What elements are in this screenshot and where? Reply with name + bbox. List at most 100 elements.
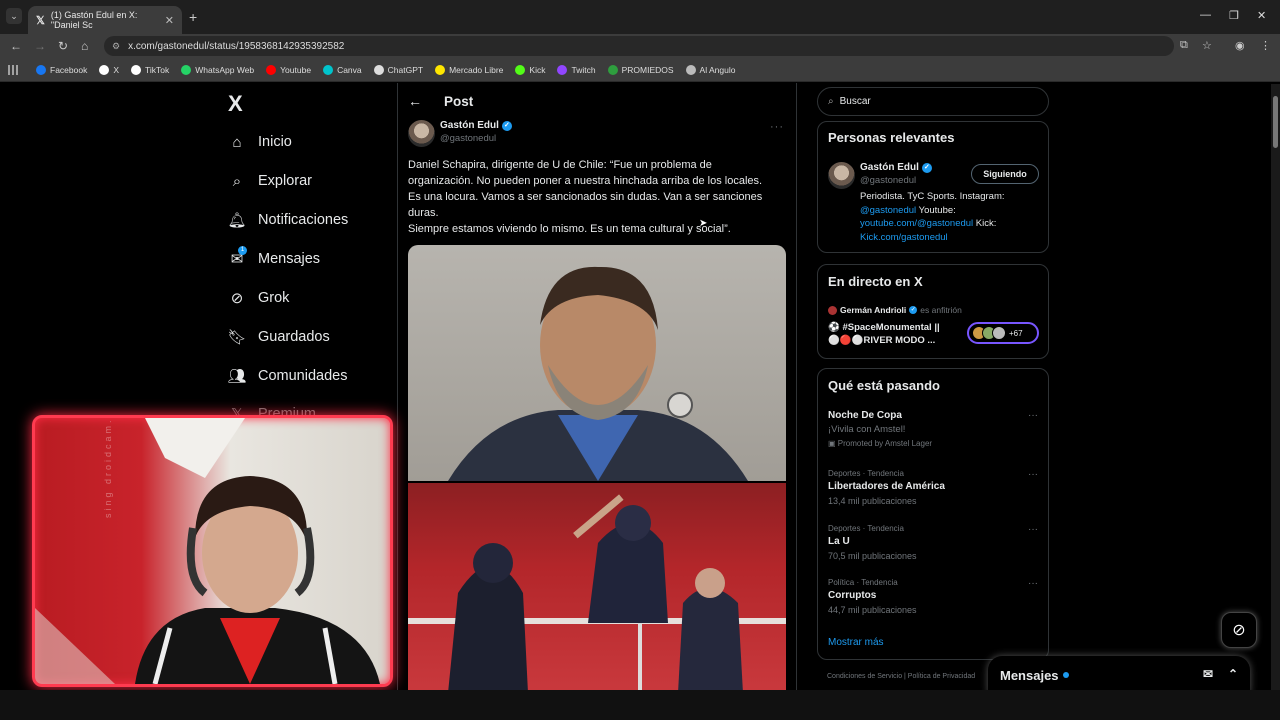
verified-badge-icon: ✓	[909, 306, 918, 314]
bookmark-star-icon[interactable]: ☆	[1202, 39, 1212, 52]
bookmark-label: WhatsApp Web	[195, 64, 255, 75]
restore-button[interactable]: ❐	[1229, 9, 1239, 22]
search-icon: ⌕	[232, 172, 242, 190]
bio-text: Kick:	[973, 218, 997, 229]
apps-grid-icon[interactable]	[8, 64, 18, 75]
bell-icon: 🔔︎	[227, 212, 247, 229]
post-image-fans[interactable]	[408, 483, 786, 690]
trend-item[interactable]: Deportes · Tendencia Libertadores de Amé…	[828, 469, 1038, 506]
tab-search-button[interactable]: ⌄	[6, 8, 22, 24]
install-app-icon[interactable]: ⧉	[1180, 39, 1188, 52]
author-name[interactable]: Gastón Edul	[440, 120, 499, 131]
nav-label: Comunidades	[258, 368, 348, 384]
minimize-button[interactable]: —	[1200, 9, 1211, 21]
nav-item-notificaciones[interactable]: 🔔︎ Notificaciones	[227, 211, 348, 229]
reload-button[interactable]: ↻	[58, 39, 68, 53]
nav-item-comunidades[interactable]: 👥︎ Comunidades	[227, 367, 348, 385]
author-avatar[interactable]	[408, 120, 435, 147]
footer-links[interactable]: Condiciones de Servicio | Política de Pr…	[827, 673, 975, 680]
bookmark-item[interactable]: WhatsApp Web	[181, 64, 255, 75]
post-author[interactable]: Gastón Edul ✓ @gastonedul	[408, 120, 512, 147]
trend-more-icon[interactable]: ···	[1028, 410, 1038, 421]
trend-more-icon[interactable]: ···	[1028, 524, 1038, 535]
search-placeholder: Buscar	[839, 96, 871, 107]
nav-item-mensajes[interactable]: ✉ 1 Mensajes	[228, 246, 321, 268]
forward-button[interactable]: →	[34, 39, 46, 53]
bookmark-item[interactable]: X	[99, 64, 119, 75]
bio-link-instagram[interactable]: @gastonedul	[860, 205, 916, 216]
nav-item-guardados[interactable]: 🔖︎ Guardados	[227, 328, 329, 346]
browser-tab[interactable]: 𝕏 (1) Gastón Edul en X: "Daniel Sc ✕	[28, 6, 182, 34]
bookmark-label: Kick	[529, 64, 546, 75]
bio-link-youtube[interactable]: youtube.com/@gastonedul	[860, 218, 973, 229]
verified-badge-icon: ✓	[501, 120, 512, 131]
trend-item[interactable]: Deportes · Tendencia La U 70,5 mil publi…	[828, 524, 1038, 561]
show-more-link[interactable]: Mostrar más	[828, 637, 884, 648]
trend-name: Libertadores de América	[828, 481, 945, 492]
bookmark-item[interactable]: TikTok	[131, 64, 170, 75]
expand-chevron-icon[interactable]: ⌃	[1228, 667, 1238, 681]
live-listeners-pill[interactable]: +67	[967, 322, 1039, 344]
x-logo[interactable]: X	[228, 91, 243, 117]
profile-icon[interactable]: ◉	[1235, 39, 1245, 52]
grok-button-icon[interactable]: ⊘	[1221, 612, 1257, 648]
nav-item-grok[interactable]: ⊘ Grok	[228, 289, 290, 307]
relevant-bio: Periodista. TyC Sports. Instagram: @gast…	[860, 190, 1045, 244]
bookmark-label: Twitch	[571, 64, 596, 75]
trend-promo: Promoted by Amstel Lager	[837, 439, 933, 448]
trend-item[interactable]: Política · Tendencia Corruptos 44,7 mil …	[828, 578, 1038, 615]
relevant-avatar[interactable]	[828, 162, 855, 189]
close-window-button[interactable]: ✕	[1257, 9, 1266, 22]
trend-name: Noche De Copa	[828, 410, 902, 421]
search-input[interactable]: ⌕ Buscar	[817, 87, 1049, 116]
nav-label: Mensajes	[258, 251, 321, 267]
bookmark-item[interactable]: Kick	[515, 64, 546, 75]
post-image-portrait[interactable]	[408, 245, 786, 481]
bookmark-label: TikTok	[145, 64, 170, 75]
relevant-name[interactable]: Gastón Edul	[860, 162, 919, 173]
live-host[interactable]: Germán Andrioli ✓ es anfitrión	[828, 305, 962, 315]
trend-sub: 44,7 mil publicaciones	[828, 605, 917, 615]
bookmark-item[interactable]: ChatGPT	[373, 64, 424, 75]
bookmark-item[interactable]: Youtube	[266, 64, 311, 75]
post-text: Daniel Schapira, dirigente de U de Chile…	[408, 157, 788, 237]
bio-link-kick[interactable]: Kick.com/gastonedul	[860, 232, 948, 243]
close-tab-icon[interactable]: ✕	[165, 14, 174, 27]
bookmark-item[interactable]: Twitch	[557, 64, 596, 75]
relevant-people-panel: Personas relevantes Gastón Edul ✓ @gaston…	[817, 121, 1049, 253]
site-info-icon[interactable]: ⚙	[112, 41, 120, 52]
nav-item-inicio[interactable]: ⌂ Inicio	[228, 133, 291, 151]
trend-sub: 13,4 mil publicaciones	[828, 496, 917, 506]
following-button[interactable]: Siguiendo	[971, 164, 1039, 184]
home-button[interactable]: ⌂	[81, 39, 88, 53]
bookmark-label: ChatGPT	[387, 64, 424, 75]
menu-icon[interactable]: ⋮	[1260, 39, 1271, 52]
live-space-title[interactable]: ⚽ #SpaceMonumental || ⚪🔴⚪RIVER MODO ...	[828, 321, 940, 347]
messages-drawer[interactable]: Mensajes ✉ ⌃	[988, 656, 1250, 694]
trend-more-icon[interactable]: ···	[1028, 469, 1038, 480]
page-scrollbar[interactable]	[1271, 84, 1280, 690]
nav-item-explorar[interactable]: ⌕ Explorar	[228, 172, 312, 190]
new-tab-button[interactable]: +	[189, 9, 197, 25]
bookmark-favicon-icon	[557, 64, 568, 75]
bookmark-item[interactable]: PROMIEDOS	[607, 64, 674, 75]
messages-drawer-title: Mensajes	[1000, 667, 1059, 683]
bookmark-item[interactable]: Al Angulo	[685, 64, 736, 75]
trend-more-icon[interactable]: ···	[1028, 578, 1038, 589]
host-name: Germán Andrioli	[840, 305, 907, 315]
bookmark-item[interactable]: Mercado Libre	[435, 64, 503, 75]
bookmark-item[interactable]: Facebook	[36, 64, 87, 75]
bookmark-item[interactable]: Canva	[323, 64, 362, 75]
address-bar[interactable]: ⚙ x.com/gastonedul/status/19583681429353…	[104, 36, 1174, 56]
trend-sub: 70,5 mil publicaciones	[828, 551, 917, 561]
trend-item[interactable]: Noche De Copa ¡Vivila con Amstel! ▣ Prom…	[828, 410, 1038, 448]
nav-label: Explorar	[258, 173, 312, 189]
new-message-icon[interactable]: ✉	[1203, 667, 1213, 681]
back-button[interactable]: ←	[10, 39, 22, 53]
bookmark-favicon-icon	[515, 64, 526, 75]
panel-title: En directo en X	[828, 274, 923, 289]
more-options-icon[interactable]: ···	[770, 121, 784, 133]
bookmark-label: Al Angulo	[699, 64, 736, 75]
back-arrow-icon[interactable]: ←	[408, 93, 422, 109]
scrollbar-thumb[interactable]	[1273, 96, 1278, 148]
